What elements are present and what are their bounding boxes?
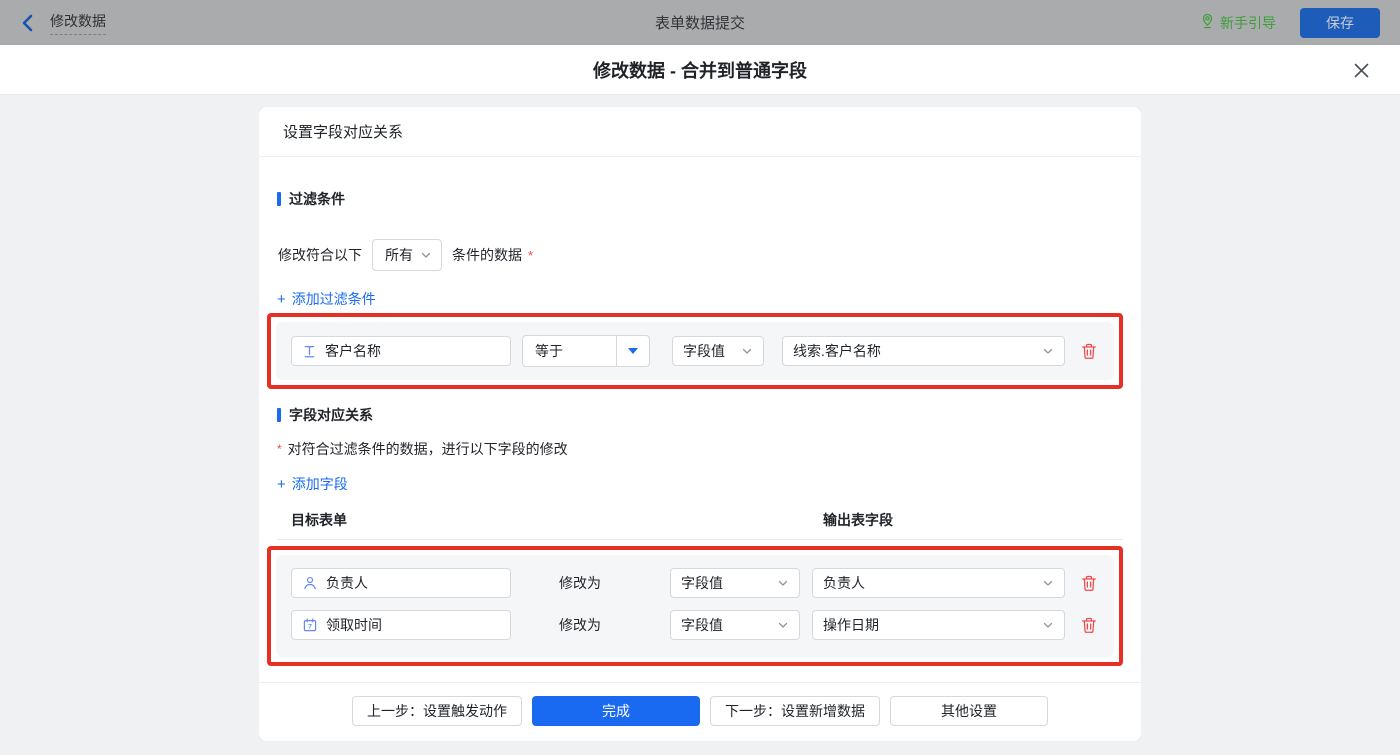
done-button[interactable]: 完成 [532, 696, 700, 726]
condition-suffix: 条件的数据 [452, 247, 522, 263]
settings-card: 设置字段对应关系 过滤条件 修改符合以下 所有 条件的数据 * + 添加过滤条件 [259, 107, 1141, 741]
value-type-select[interactable]: 字段值 [672, 336, 764, 366]
user-icon [304, 576, 316, 590]
filter-field-input[interactable]: 客户名称 [291, 336, 511, 366]
target-field-input[interactable]: 负责人 [291, 568, 511, 598]
dialog-header: 修改数据 - 合并到普通字段 [0, 45, 1400, 95]
add-field-link[interactable]: + 添加字段 [277, 474, 348, 494]
filter-section-title: 过滤条件 [277, 189, 1123, 209]
filter-rows-panel: 客户名称 等于 字段值 线索.客户名称 [276, 322, 1114, 380]
chevron-down-icon [1043, 348, 1053, 354]
trash-icon [1082, 617, 1096, 633]
value-select[interactable]: 负责人 [812, 568, 1065, 598]
delete-mapping-row-button[interactable] [1079, 615, 1099, 635]
card-header-title: 设置字段对应关系 [259, 107, 1141, 157]
column-header-output-field: 输出表字段 [823, 512, 893, 528]
target-field-input[interactable]: 7 领取时间 [291, 610, 511, 640]
prev-step-button[interactable]: 上一步：设置触发动作 [352, 696, 522, 726]
mapping-rows-panel: 负责人 修改为 字段值 负责人 7 领取时间 修改为 字段值 操作日期 [276, 555, 1114, 657]
chevron-down-icon [778, 622, 788, 628]
back-label: 修改数据 [50, 11, 106, 35]
delete-mapping-row-button[interactable] [1079, 573, 1099, 593]
chevron-down-icon [778, 580, 788, 586]
dialog-body: 设置字段对应关系 过滤条件 修改符合以下 所有 条件的数据 * + 添加过滤条件 [0, 107, 1400, 755]
section-accent-bar [277, 192, 281, 206]
value-select[interactable]: 操作日期 [812, 610, 1065, 640]
close-icon [1354, 63, 1368, 77]
divider [277, 539, 1123, 540]
action-label: 修改为 [559, 617, 601, 633]
chevron-down-icon [1043, 622, 1053, 628]
action-label: 修改为 [559, 575, 601, 591]
section-accent-bar [277, 408, 281, 422]
operator-select[interactable]: 等于 [522, 335, 650, 367]
mapping-section-title: 字段对应关系 [277, 405, 1123, 425]
plus-icon: + [277, 290, 286, 308]
condition-prefix: 修改符合以下 [278, 247, 362, 263]
card-content: 过滤条件 修改符合以下 所有 条件的数据 * + 添加过滤条件 客户名称 等于 … [259, 157, 1141, 682]
plus-icon: + [277, 475, 286, 493]
trash-icon [1082, 343, 1096, 359]
chevron-down-icon [1043, 580, 1053, 586]
other-settings-button[interactable]: 其他设置 [890, 696, 1048, 726]
trash-icon [1082, 575, 1096, 591]
filter-condition-row: 修改符合以下 所有 条件的数据 * [277, 239, 1123, 271]
back-button[interactable]: 修改数据 [20, 11, 106, 35]
required-mark: * [277, 442, 282, 456]
condition-scope-select[interactable]: 所有 [372, 239, 442, 271]
text-field-icon [304, 345, 315, 357]
svg-text:7: 7 [308, 624, 312, 631]
mapping-row: 负责人 修改为 字段值 负责人 [291, 568, 1099, 598]
guide-link[interactable]: 新手引导 [1200, 13, 1276, 33]
close-button[interactable] [1350, 59, 1372, 81]
chevron-down-icon [421, 252, 431, 258]
column-header-target-form: 目标表单 [291, 512, 347, 528]
guide-pin-icon [1200, 13, 1215, 32]
mapping-row: 7 领取时间 修改为 字段值 操作日期 [291, 610, 1099, 640]
dialog-title: 修改数据 - 合并到普通字段 [593, 60, 807, 81]
mapping-column-headers: 目标表单 输出表字段 [277, 510, 1123, 530]
dropdown-arrow-icon [628, 348, 638, 354]
delete-filter-row-button[interactable] [1079, 341, 1099, 361]
top-bar: 修改数据 表单数据提交 新手引导 保存 [0, 0, 1400, 45]
page-title: 表单数据提交 [654, 15, 745, 32]
next-step-button[interactable]: 下一步：设置新增数据 [710, 696, 880, 726]
annotation-box-filter: 客户名称 等于 字段值 线索.客户名称 [267, 313, 1123, 389]
save-button[interactable]: 保存 [1300, 7, 1380, 38]
add-filter-condition-link[interactable]: + 添加过滤条件 [277, 289, 376, 309]
required-mark: * [528, 247, 534, 263]
value-type-select[interactable]: 字段值 [670, 610, 800, 640]
operator-dropdown-button[interactable] [616, 336, 649, 366]
calendar-icon: 7 [303, 618, 317, 632]
value-select[interactable]: 线索.客户名称 [782, 336, 1065, 366]
guide-label: 新手引导 [1220, 14, 1276, 31]
annotation-box-mapping: 负责人 修改为 字段值 负责人 7 领取时间 修改为 字段值 操作日期 [267, 546, 1123, 666]
card-footer: 上一步：设置触发动作 完成 下一步：设置新增数据 其他设置 [259, 682, 1141, 741]
filter-row: 客户名称 等于 字段值 线索.客户名称 [291, 335, 1099, 367]
chevron-down-icon [742, 348, 752, 354]
back-chevron-icon [20, 13, 36, 33]
value-type-select[interactable]: 字段值 [670, 568, 800, 598]
